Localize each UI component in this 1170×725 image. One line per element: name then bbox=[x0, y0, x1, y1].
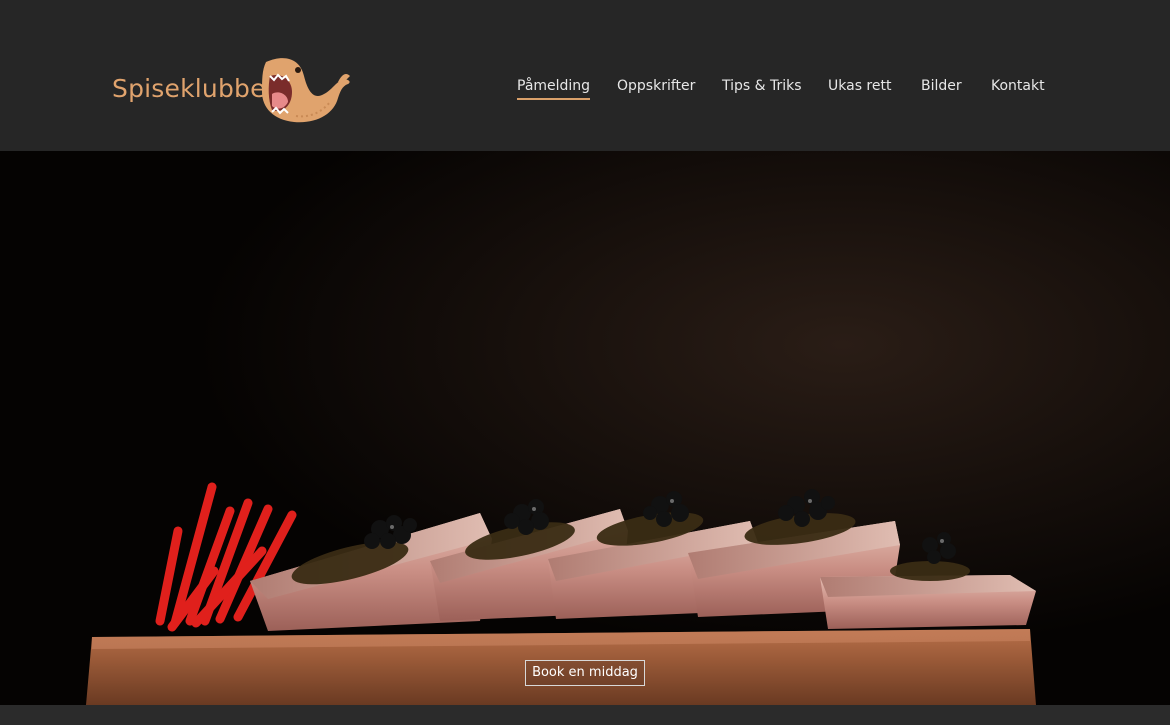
main-nav: Påmelding Oppskrifter Tips & Triks Ukas … bbox=[0, 78, 1170, 108]
nav-item-kontakt[interactable]: Kontakt bbox=[991, 78, 1045, 98]
book-dinner-button[interactable]: Book en middag bbox=[525, 660, 645, 686]
hero-photo-illustration bbox=[0, 151, 1170, 705]
nav-item-tips-triks[interactable]: Tips & Triks bbox=[722, 78, 802, 98]
nav-item-pamelding[interactable]: Påmelding bbox=[517, 78, 591, 100]
nav-item-oppskrifter[interactable]: Oppskrifter bbox=[617, 78, 695, 98]
site-header: Spiseklubben Påmelding Oppskrifter Tips … bbox=[0, 0, 1170, 151]
footer-strip bbox=[0, 705, 1170, 725]
nav-item-bilder[interactable]: Bilder bbox=[921, 78, 962, 98]
nav-item-ukas-rett[interactable]: Ukas rett bbox=[828, 78, 891, 98]
hero-image bbox=[0, 151, 1170, 705]
